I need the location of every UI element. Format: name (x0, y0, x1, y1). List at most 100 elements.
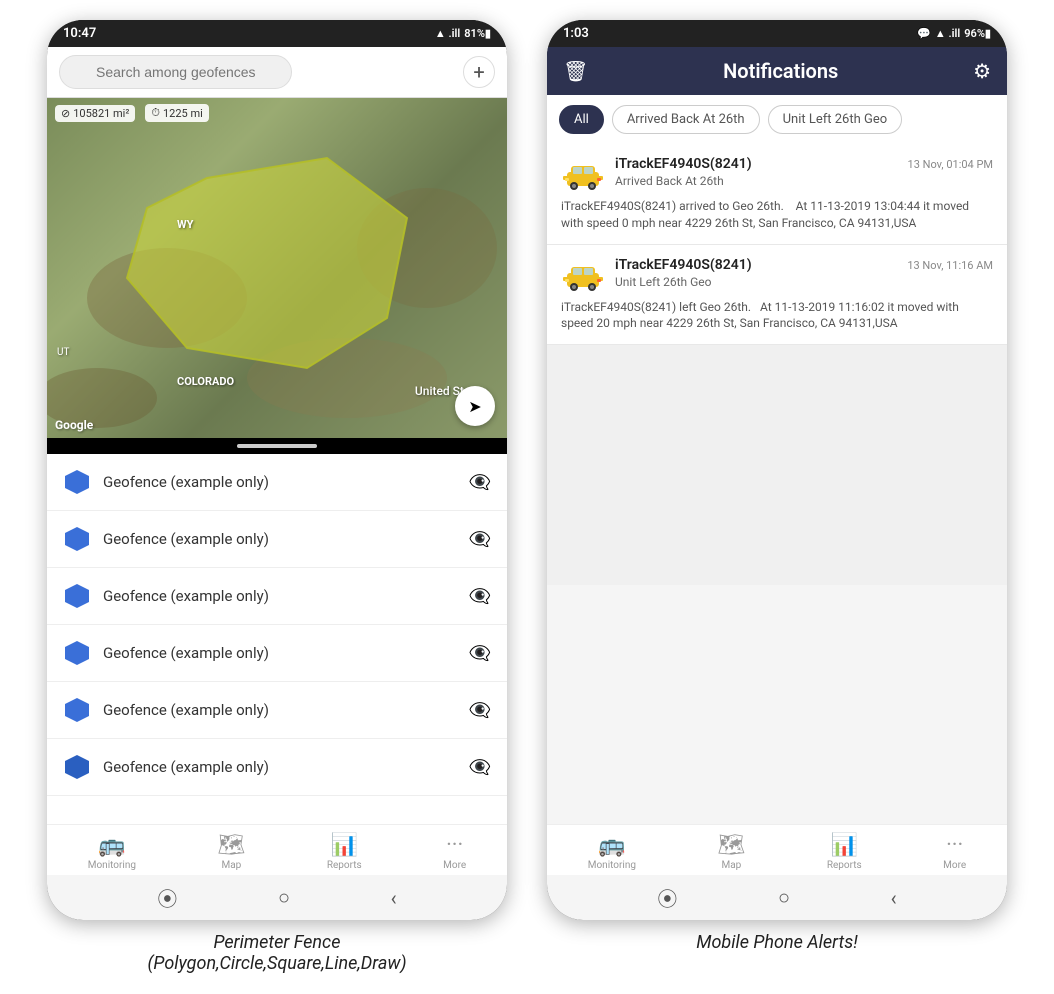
geofence-item-4[interactable]: Geofence (example only) 👁‍🗨 (47, 625, 507, 682)
phone1-time: 10:47 (63, 26, 96, 41)
geofence-name-2: Geofence (example only) (103, 530, 457, 548)
phone1-bottom-nav: 🚌 Monitoring 🗺 Map 📊 Reports ··· More (47, 824, 507, 875)
notification-list: iTrackEF4940S(8241) 13 Nov, 01:04 PM Arr… (547, 144, 1007, 824)
geofence-item-5[interactable]: Geofence (example only) 👁‍🗨 (47, 682, 507, 739)
phone2-caption: Mobile Phone Alerts! (696, 932, 858, 953)
phone2-signal: ▲ .ill (935, 27, 960, 40)
tab-all[interactable]: All (559, 105, 604, 134)
visibility-icon-3[interactable]: 👁‍🗨 (469, 586, 491, 607)
more-icon-2: ··· (946, 833, 963, 858)
home-button-2[interactable]: ○ (778, 885, 790, 910)
geofence-icon-4 (63, 639, 91, 667)
phone1-caption: Perimeter Fence(Polygon,Circle,Square,Li… (147, 932, 406, 974)
empty-area (547, 345, 1007, 585)
phone1-search-bar: 🔍 + (47, 47, 507, 98)
monitoring-label-1: Monitoring (88, 860, 136, 871)
geofence-name-1: Geofence (example only) (103, 473, 457, 491)
visibility-icon-6[interactable]: 👁‍🗨 (469, 757, 491, 778)
map-stat-area: ⊘ 105821 mi² (55, 105, 135, 122)
notification-item-1[interactable]: iTrackEF4940S(8241) 13 Nov, 01:04 PM Arr… (547, 144, 1007, 245)
car-avatar-1 (561, 156, 605, 192)
nav-more-2[interactable]: ··· More (943, 833, 966, 871)
map-area: ⊘ 105821 mi² ⏱ 1225 mi WY UT COLORADO Un… (47, 98, 507, 438)
map-label-2: Map (722, 860, 742, 871)
phone2-battery: 96%▮ (964, 27, 991, 40)
settings-button[interactable]: ⚙ (973, 59, 991, 83)
map-colorado-label: COLORADO (177, 375, 234, 388)
geofence-list: Geofence (example only) 👁‍🗨 Geofence (ex… (47, 454, 507, 824)
geofence-icon-2 (63, 525, 91, 553)
notif-header-2: iTrackEF4940S(8241) 13 Nov, 11:16 AM Uni… (561, 257, 993, 293)
phone2-status-icons: 💬 ▲ .ill 96%▮ (917, 27, 991, 40)
notif-device-2: iTrackEF4940S(8241) (615, 257, 752, 273)
monitoring-icon-2: 🚌 (598, 833, 625, 858)
tab-arrived[interactable]: Arrived Back At 26th (612, 105, 760, 134)
reports-label-1: Reports (327, 860, 362, 871)
search-input[interactable] (59, 55, 292, 89)
reports-icon-1: 📊 (331, 833, 358, 858)
notif-timestamp-2: 13 Nov, 11:16 AM (907, 259, 993, 272)
phone1-wrapper: 10:47 ▲ .ill 81%▮ 🔍 + (47, 20, 507, 974)
phone2-home-indicator: ⦿ ○ ‹ (547, 875, 1007, 920)
notif-body-1: iTrackEF4940S(8241) arrived to Geo 26th.… (561, 198, 993, 232)
car-icon-1 (561, 158, 605, 190)
phone2-time: 1:03 (563, 26, 589, 41)
phone1-home-indicator: ⦿ ○ ‹ (47, 875, 507, 920)
nav-map-2[interactable]: 🗺 Map (717, 833, 745, 871)
area-value: 105821 mi² (73, 107, 129, 120)
geofence-icon-3 (63, 582, 91, 610)
nav-reports-2[interactable]: 📊 Reports (827, 833, 862, 871)
scroll-handle (237, 444, 317, 448)
notif-event-1: Arrived Back At 26th (615, 174, 993, 188)
nav-monitoring-1[interactable]: 🚌 Monitoring (88, 833, 136, 871)
geofence-item-6[interactable]: Geofence (example only) 👁‍🗨 (47, 739, 507, 796)
map-icon-2: 🗺 (717, 833, 745, 858)
visibility-icon-1[interactable]: 👁‍🗨 (469, 472, 491, 493)
nav-reports-1[interactable]: 📊 Reports (327, 833, 362, 871)
recent-apps-button-2[interactable]: ⦿ (657, 883, 677, 912)
navigation-button[interactable]: ➤ (455, 386, 495, 426)
notif-event-2: Unit Left 26th Geo (615, 275, 993, 289)
phone2-wrapper: 1:03 💬 ▲ .ill 96%▮ 🗑 Notifications ⚙ All… (547, 20, 1007, 953)
nav-map-1[interactable]: 🗺 Map (217, 833, 245, 871)
car-avatar-2 (561, 257, 605, 293)
monitoring-icon-1: 🚌 (98, 833, 125, 858)
more-icon-1: ··· (446, 833, 463, 858)
geofence-item-3[interactable]: Geofence (example only) 👁‍🗨 (47, 568, 507, 625)
notif-meta-2: iTrackEF4940S(8241) 13 Nov, 11:16 AM Uni… (615, 257, 993, 289)
delete-button[interactable]: 🗑 (563, 59, 588, 83)
phone2-status-bar: 1:03 💬 ▲ .ill 96%▮ (547, 20, 1007, 47)
visibility-icon-4[interactable]: 👁‍🗨 (469, 643, 491, 664)
geofence-name-3: Geofence (example only) (103, 587, 457, 605)
distance-icon: ⏱ (151, 106, 160, 120)
visibility-icon-2[interactable]: 👁‍🗨 (469, 529, 491, 550)
notif-meta-1: iTrackEF4940S(8241) 13 Nov, 01:04 PM Arr… (615, 156, 993, 188)
notifications-tabs: All Arrived Back At 26th Unit Left 26th … (547, 95, 1007, 144)
google-logo: Google (55, 418, 93, 432)
nav-monitoring-2[interactable]: 🚌 Monitoring (588, 833, 636, 871)
recent-apps-button-1[interactable]: ⦿ (157, 883, 177, 912)
geofence-name-5: Geofence (example only) (103, 701, 457, 719)
back-button-1[interactable]: ‹ (391, 886, 397, 910)
notification-item-2[interactable]: iTrackEF4940S(8241) 13 Nov, 11:16 AM Uni… (547, 245, 1007, 346)
distance-value: 1225 mi (163, 107, 203, 120)
visibility-icon-5[interactable]: 👁‍🗨 (469, 700, 491, 721)
geofence-item-1[interactable]: Geofence (example only) 👁‍🗨 (47, 454, 507, 511)
notifications-title: Notifications (604, 59, 957, 83)
geofence-item-2[interactable]: Geofence (example only) 👁‍🗨 (47, 511, 507, 568)
back-button-2[interactable]: ‹ (891, 886, 897, 910)
reports-icon-2: 📊 (831, 833, 858, 858)
map-background: ⊘ 105821 mi² ⏱ 1225 mi WY UT COLORADO Un… (47, 98, 507, 438)
more-label-1: More (443, 860, 466, 871)
phone2-bottom-nav: 🚌 Monitoring 🗺 Map 📊 Reports ··· More (547, 824, 1007, 875)
add-geofence-button[interactable]: + (463, 56, 495, 88)
phone1-status-bar: 10:47 ▲ .ill 81%▮ (47, 20, 507, 47)
map-ut-label: UT (57, 347, 69, 358)
reports-label-2: Reports (827, 860, 862, 871)
map-wy-label: WY (177, 218, 193, 231)
tab-left[interactable]: Unit Left 26th Geo (768, 105, 903, 134)
nav-more-1[interactable]: ··· More (443, 833, 466, 871)
home-button-1[interactable]: ○ (278, 885, 290, 910)
car-icon-2 (561, 259, 605, 291)
phone1-status-icons: ▲ .ill 81%▮ (435, 27, 491, 40)
